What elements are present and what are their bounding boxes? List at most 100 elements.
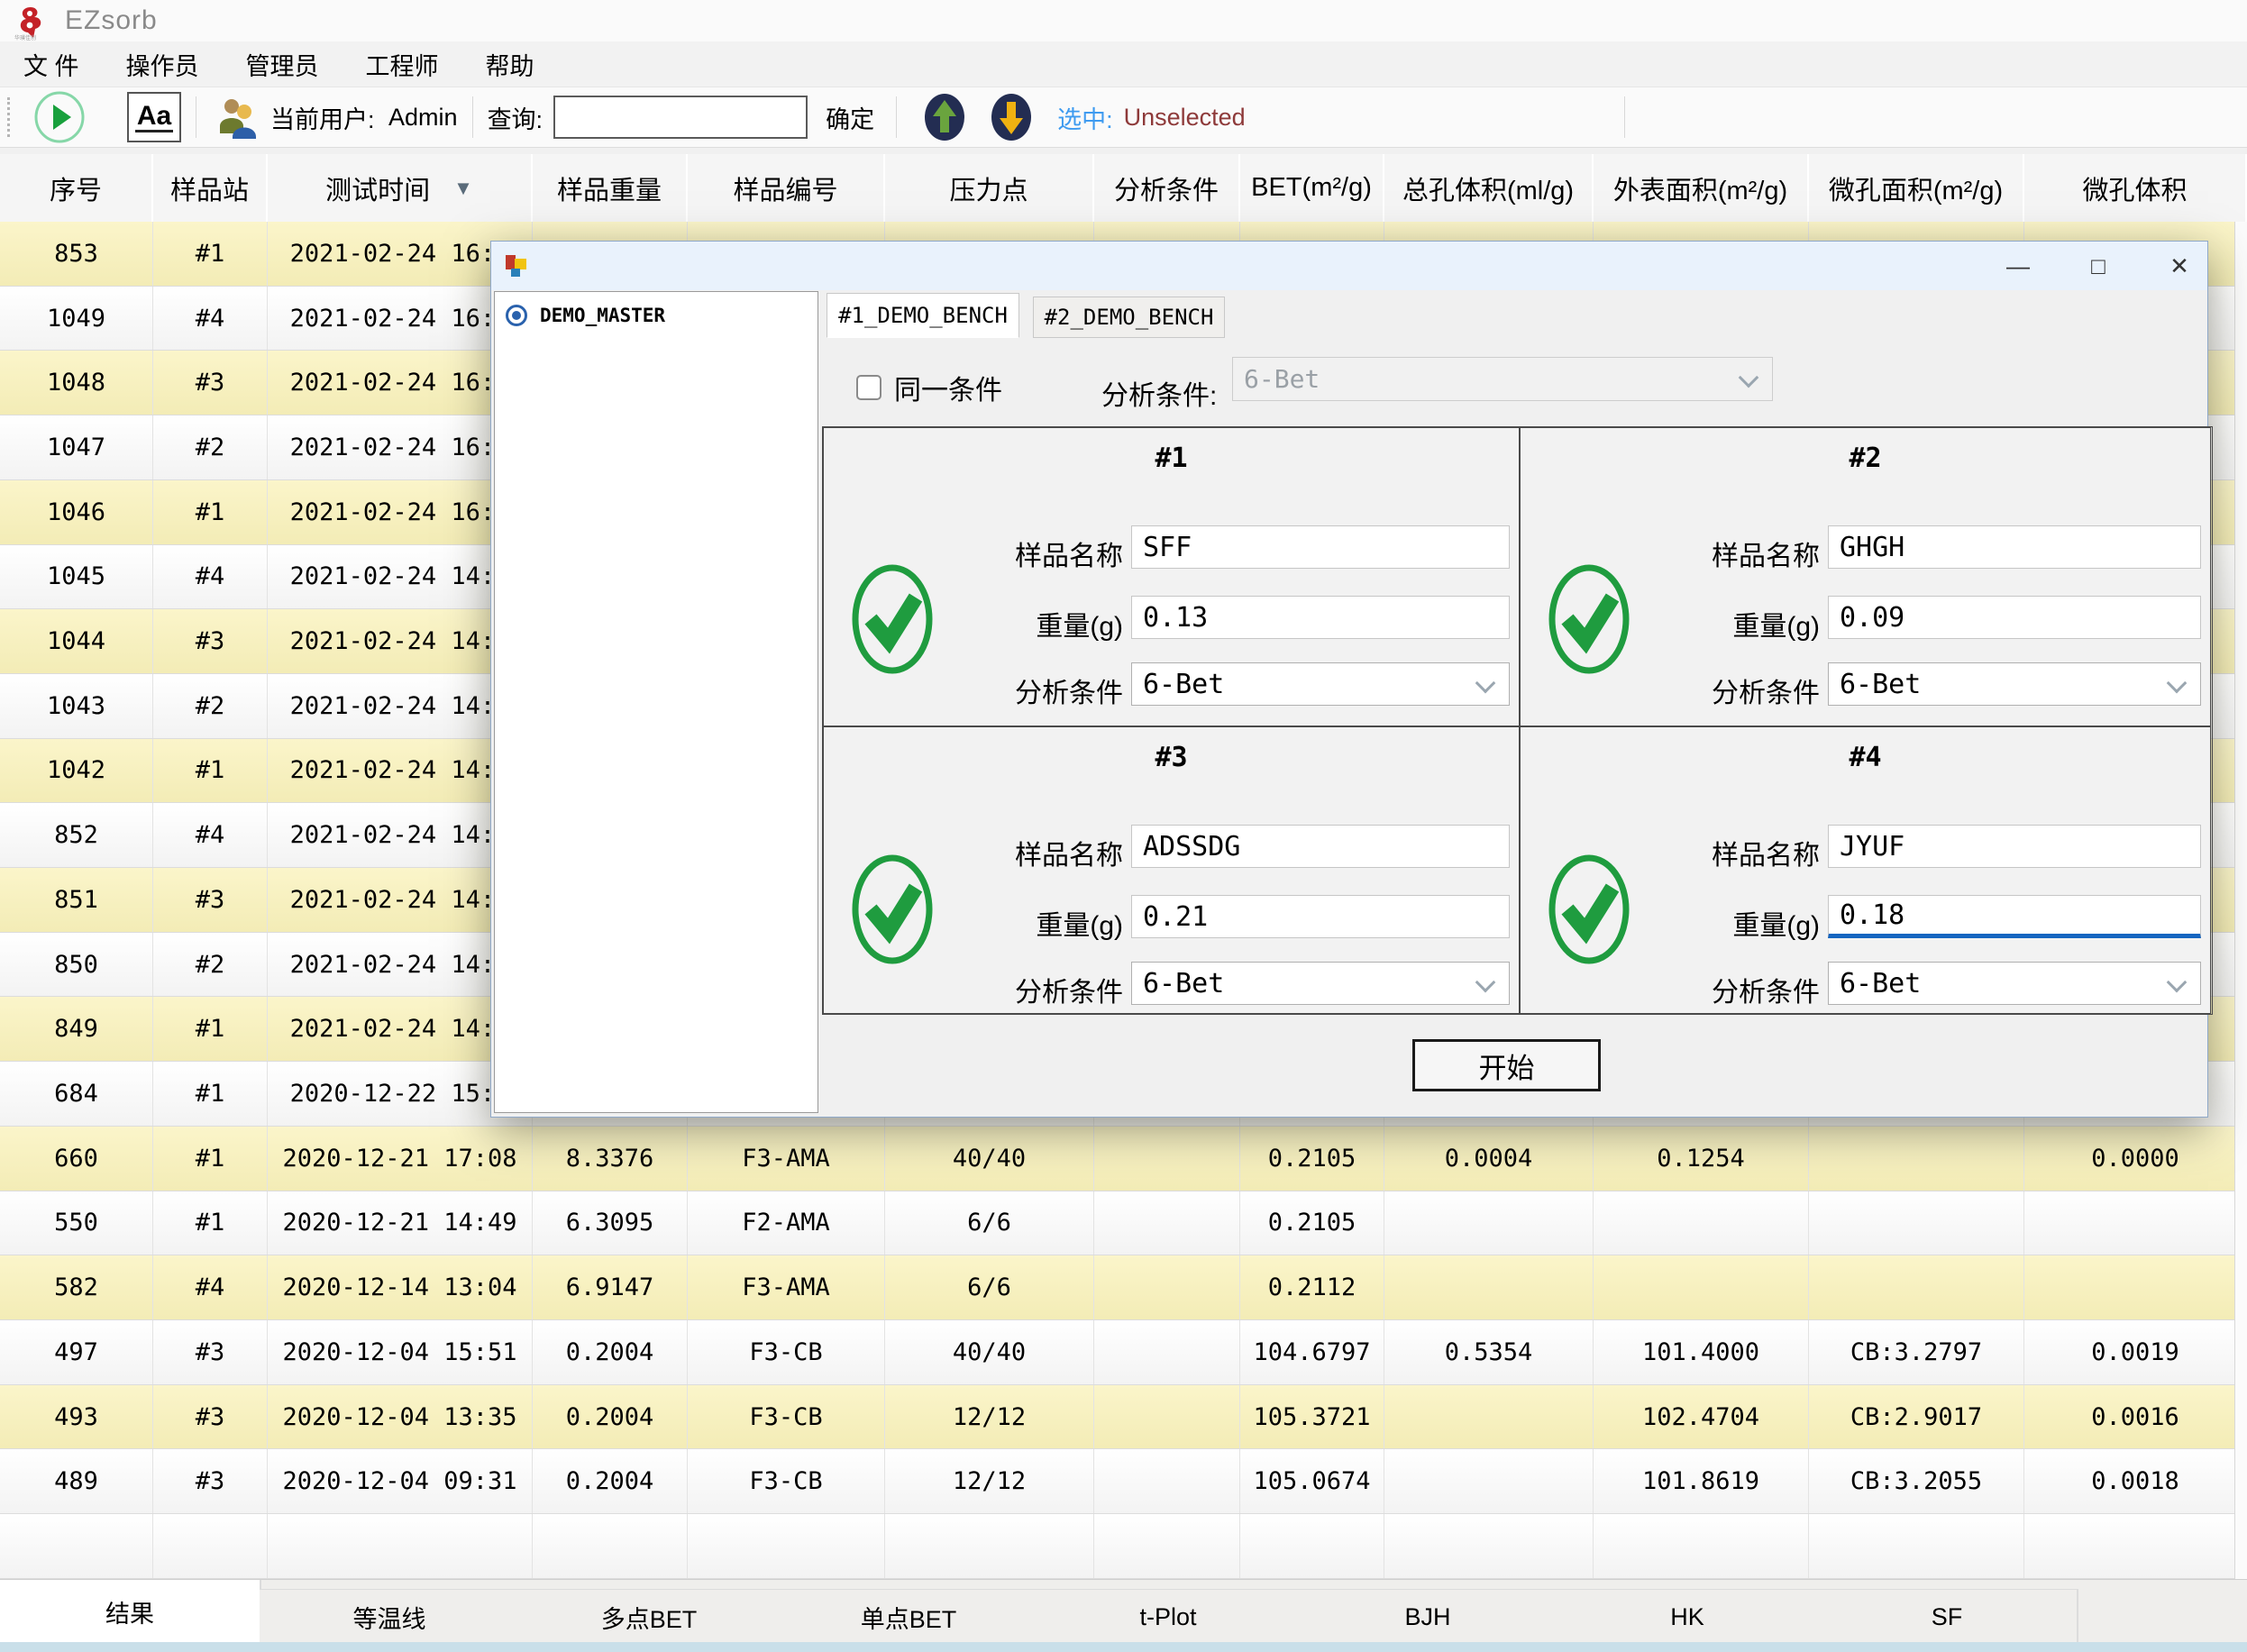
vertical-scrollbar[interactable] — [2234, 222, 2247, 1579]
column-header[interactable]: 外表面积(m²/g) — [1594, 154, 1809, 222]
condition-label: 分析条件 — [1621, 671, 1820, 710]
same-condition-checkbox[interactable] — [856, 375, 881, 400]
sample-name-input[interactable]: JYUF — [1828, 825, 2201, 868]
font-icon[interactable]: Aa — [127, 92, 181, 142]
table-cell — [2024, 1191, 2247, 1255]
column-header[interactable]: 压力点 — [885, 154, 1094, 222]
same-condition-label: 同一条件 — [894, 368, 1002, 407]
table-cell — [1594, 1191, 1809, 1255]
menu-engineer[interactable]: 工程师 — [343, 41, 462, 87]
column-header[interactable]: 样品站 — [153, 154, 268, 222]
condition-combobox[interactable]: 6-Bet — [1131, 962, 1510, 1005]
table-row[interactable]: 489#32020-12-04 09:310.2004F3-CB12/12105… — [0, 1449, 2247, 1514]
down-arrow-icon[interactable] — [991, 93, 1032, 141]
column-header[interactable]: 微孔体积 — [2024, 154, 2247, 222]
table-cell: 40/40 — [885, 1127, 1094, 1191]
tree-item-label[interactable]: DEMO_MASTER — [540, 305, 665, 326]
tab-singlepoint-bet[interactable]: 单点BET — [779, 1589, 1040, 1644]
weight-input[interactable]: 0.13 — [1131, 596, 1510, 639]
start-button[interactable]: 开始 — [1412, 1039, 1601, 1091]
column-header[interactable]: 分析条件 — [1094, 154, 1240, 222]
sample-name-input[interactable]: SFF — [1131, 525, 1510, 569]
weight-input[interactable]: 0.21 — [1131, 895, 1510, 938]
chevron-down-icon — [1475, 673, 1496, 694]
search-input[interactable] — [553, 96, 808, 139]
selected-value: Unselected — [1124, 104, 1246, 132]
sample-setup-dialog: — □ ✕ DEMO_MASTER #1_DEMO_BENCH #2_DEMO_… — [490, 241, 2208, 1118]
table-cell: 102.4704 — [1594, 1385, 1809, 1449]
table-row[interactable]: 660#12020-12-21 17:088.3376F3-AMA40/400.… — [0, 1127, 2247, 1191]
tab-t-plot[interactable]: t-Plot — [1038, 1589, 1300, 1644]
weight-input[interactable]: 0.09 — [1828, 596, 2201, 639]
column-header[interactable]: BET(m²/g) — [1240, 154, 1384, 222]
play-icon[interactable] — [33, 91, 86, 143]
sample-name-label: 样品名称 — [1621, 534, 1820, 573]
table-cell: F2-AMA — [688, 1191, 885, 1255]
menu-operator[interactable]: 操作员 — [103, 41, 223, 87]
close-icon[interactable]: ✕ — [2154, 245, 2205, 287]
table-cell — [2024, 1255, 2247, 1319]
column-header[interactable]: 测试时间▼ — [268, 154, 533, 222]
table-cell: 0.2112 — [1240, 1255, 1384, 1319]
chevron-down-icon — [2167, 972, 2188, 993]
sample-name-input[interactable]: GHGH — [1828, 525, 2201, 569]
table-cell: 105.3721 — [1240, 1385, 1384, 1449]
table-row[interactable]: 493#32020-12-04 13:350.2004F3-CB12/12105… — [0, 1385, 2247, 1450]
condition-combobox[interactable]: 6-Bet — [1131, 662, 1510, 706]
table-cell: 40/40 — [885, 1320, 1094, 1384]
table-row[interactable]: 497#32020-12-04 15:510.2004F3-CB40/40104… — [0, 1320, 2247, 1385]
table-cell: #3 — [153, 1385, 268, 1449]
maximize-icon[interactable]: □ — [2073, 245, 2124, 287]
tab-isotherm[interactable]: 等温线 — [260, 1589, 521, 1644]
chevron-down-icon — [1475, 972, 1496, 993]
column-header[interactable]: 序号 — [0, 154, 153, 222]
column-header[interactable]: 样品编号 — [688, 154, 885, 222]
table-cell — [1094, 1514, 1240, 1578]
table-cell: 2020-12-21 14:49 — [268, 1191, 533, 1255]
tab-bjh[interactable]: BJH — [1298, 1589, 1559, 1644]
up-arrow-icon[interactable] — [924, 93, 965, 141]
table-cell: 0.2004 — [533, 1385, 688, 1449]
tab-results[interactable]: 结果 — [0, 1580, 261, 1643]
minimize-icon[interactable]: — — [1993, 245, 2043, 287]
check-circle-icon — [851, 563, 934, 675]
panel-title: #4 — [1521, 742, 2210, 773]
table-cell: 0.1254 — [1594, 1127, 1809, 1191]
tab-demo-bench-2[interactable]: #2_DEMO_BENCH — [1033, 297, 1225, 338]
dialog-title-bar[interactable]: — □ ✕ — [491, 242, 2207, 290]
tab-demo-bench-1[interactable]: #1_DEMO_BENCH — [827, 293, 1019, 338]
table-cell: 1046 — [0, 480, 153, 544]
table-cell: 0.0000 — [2024, 1127, 2247, 1191]
table-cell: #1 — [153, 739, 268, 803]
table-cell — [1809, 1255, 2024, 1319]
menu-help[interactable]: 帮助 — [462, 41, 558, 87]
sample-panel-3: #3 样品名称 ADSSDG 重量(g) 0.21 分析条件 6-Bet — [823, 726, 1520, 1014]
toolbar-separator — [1624, 96, 1625, 138]
table-cell: 852 — [0, 803, 153, 867]
condition-combobox[interactable]: 6-Bet — [1828, 962, 2201, 1005]
sample-name-input[interactable]: ADSSDG — [1131, 825, 1510, 868]
tab-hk[interactable]: HK — [1557, 1589, 1819, 1644]
column-header[interactable]: 微孔面积(m²/g) — [1809, 154, 2024, 222]
confirm-button[interactable]: 确定 — [826, 100, 874, 135]
table-cell: 853 — [0, 222, 153, 286]
table-cell: 6.3095 — [533, 1191, 688, 1255]
table-cell: 0.0018 — [2024, 1449, 2247, 1513]
condition-combobox[interactable]: 6-Bet — [1828, 662, 2201, 706]
table-cell: 1049 — [0, 287, 153, 351]
toolbar-grip[interactable] — [7, 97, 10, 137]
menu-administrator[interactable]: 管理员 — [223, 41, 343, 87]
weight-input-focused[interactable]: 0.18 — [1828, 895, 2201, 938]
tab-multipoint-bet[interactable]: 多点BET — [519, 1589, 781, 1644]
tab-sf[interactable]: SF — [1817, 1589, 2078, 1644]
radio-demo-master[interactable] — [506, 305, 527, 326]
menu-file[interactable]: 文 件 — [0, 41, 103, 87]
table-row[interactable]: 582#42020-12-14 13:046.9147F3-AMA6/60.21… — [0, 1255, 2247, 1320]
table-row[interactable]: 550#12020-12-21 14:496.3095F2-AMA6/60.21… — [0, 1191, 2247, 1256]
table-cell: 0.2004 — [533, 1449, 688, 1513]
column-header[interactable]: 样品重量 — [533, 154, 688, 222]
column-header[interactable]: 总孔体积(ml/g) — [1384, 154, 1594, 222]
analysis-condition-combobox-disabled[interactable]: 6-Bet — [1232, 357, 1773, 401]
table-row[interactable] — [0, 1514, 2247, 1579]
table-cell: 660 — [0, 1127, 153, 1191]
